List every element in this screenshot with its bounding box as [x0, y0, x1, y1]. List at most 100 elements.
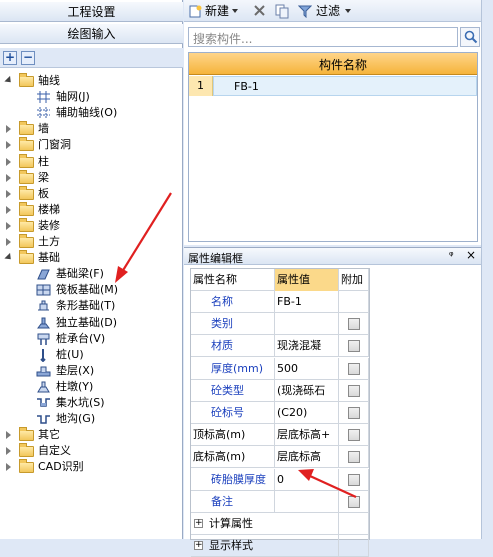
- collapse-arrow-icon[interactable]: [4, 252, 14, 263]
- tree-node-label: CAD识别: [38, 460, 84, 474]
- expand-group-icon[interactable]: +: [194, 519, 203, 528]
- row-number: 1: [189, 76, 213, 96]
- property-value[interactable]: 层底标高: [275, 446, 339, 469]
- search-placeholder: 搜索构件...: [193, 32, 253, 46]
- folder-icon: [19, 121, 34, 136]
- expand-arrow-icon[interactable]: [6, 238, 11, 246]
- property-name: 材质: [191, 335, 275, 358]
- extra-checkbox[interactable]: [348, 429, 360, 442]
- expand-arrow-icon[interactable]: [6, 125, 11, 134]
- foundation-beam-icon: [36, 267, 51, 281]
- expand-all-button[interactable]: +: [3, 51, 17, 65]
- tree-node-label: 装修: [38, 218, 60, 232]
- tree-node-label: 轴线: [38, 74, 60, 87]
- property-row[interactable]: 顶标高(m) 层底标高+: [191, 424, 369, 447]
- component-name-header[interactable]: 构件名称: [189, 53, 477, 75]
- drawing-input-button[interactable]: 绘图输入: [0, 24, 183, 44]
- extra-checkbox[interactable]: [348, 495, 360, 508]
- property-row[interactable]: 底标高(m) 层底标高: [191, 446, 369, 469]
- property-value[interactable]: [275, 313, 339, 336]
- row-name-text: FB-1: [234, 80, 259, 93]
- property-value[interactable]: 0: [275, 468, 339, 491]
- close-icon[interactable]: ×: [466, 248, 476, 262]
- search-icon: [464, 30, 478, 47]
- expand-arrow-icon[interactable]: [6, 205, 11, 214]
- property-value[interactable]: 现浇混凝: [275, 335, 339, 358]
- extra-checkbox[interactable]: [348, 473, 360, 486]
- property-name: 顶标高(m): [191, 424, 275, 447]
- extra-checkbox[interactable]: [348, 384, 360, 397]
- extra-checkbox[interactable]: [348, 451, 360, 464]
- row-name-cell[interactable]: FB-1: [213, 76, 477, 96]
- extra-checkbox[interactable]: [348, 362, 360, 375]
- extra-checkbox[interactable]: [348, 407, 360, 419]
- property-extra: [339, 357, 369, 380]
- expand-arrow-icon[interactable]: [6, 431, 11, 440]
- expand-arrow-icon[interactable]: [6, 189, 11, 198]
- property-name: 砼标号: [191, 402, 275, 424]
- property-name: 砖胎膜厚度: [191, 468, 275, 491]
- property-value[interactable]: (C20): [275, 402, 339, 424]
- filter-button[interactable]: 过滤: [297, 3, 366, 22]
- extra-checkbox[interactable]: [348, 340, 360, 353]
- delete-button[interactable]: [252, 3, 268, 19]
- expand-arrow-icon[interactable]: [6, 463, 11, 472]
- property-row[interactable]: 砖胎膜厚度 0: [191, 468, 369, 491]
- property-value[interactable]: FB-1: [275, 291, 339, 313]
- expand-arrow-icon[interactable]: [6, 173, 11, 182]
- property-row[interactable]: 材质 现浇混凝: [191, 335, 369, 358]
- property-value[interactable]: 层底标高+: [275, 424, 339, 447]
- expand-arrow-icon[interactable]: [6, 447, 11, 456]
- filter-dropdown-icon: [345, 9, 351, 13]
- strip-foundation-icon: [36, 299, 51, 313]
- expand-group-icon[interactable]: +: [194, 541, 203, 551]
- pin-icon[interactable]: ᵠ: [449, 249, 454, 262]
- header-extra: 附加: [339, 269, 369, 291]
- property-row[interactable]: 类别: [191, 313, 369, 336]
- property-name: 名称: [191, 291, 275, 313]
- header-property-value: 属性值: [275, 269, 339, 291]
- property-value[interactable]: (现浇砾石: [275, 379, 339, 402]
- property-value[interactable]: 500: [275, 357, 339, 380]
- property-name: 备注: [191, 490, 275, 513]
- tree-node-label: 桩承台(V): [56, 331, 106, 345]
- copy-button[interactable]: [274, 3, 292, 19]
- tree-node-label: 筏板基础(M): [56, 283, 119, 297]
- folder-icon: [19, 250, 34, 265]
- tree-node-label: 轴网(J): [56, 90, 90, 104]
- folder-icon: [19, 73, 34, 87]
- tree-node-label: 条形基础(T): [56, 299, 116, 313]
- property-row[interactable]: 砼标号 (C20): [191, 402, 369, 424]
- right-dock-strip: [481, 0, 493, 539]
- property-group-row[interactable]: + 计算属性: [191, 513, 369, 535]
- expand-arrow-icon[interactable]: [6, 221, 11, 230]
- collapse-all-button[interactable]: −: [21, 51, 35, 65]
- table-row[interactable]: 1 FB-1: [189, 76, 477, 96]
- filter-icon: [297, 4, 313, 22]
- extra-checkbox[interactable]: [348, 318, 360, 331]
- tree-node-label: 集水坑(S): [56, 396, 105, 409]
- search-input[interactable]: 搜索构件...: [188, 27, 458, 47]
- property-row[interactable]: 名称 FB-1: [191, 291, 369, 313]
- expand-arrow-icon[interactable]: [6, 141, 11, 150]
- property-row[interactable]: 备注: [191, 490, 369, 513]
- new-dropdown-icon: [232, 9, 238, 13]
- new-icon: [188, 4, 202, 18]
- new-button[interactable]: 新建: [188, 3, 250, 19]
- folder-icon: [19, 427, 34, 442]
- expand-arrow-icon[interactable]: [6, 157, 11, 166]
- property-extra: [339, 313, 369, 336]
- search-button[interactable]: [460, 27, 480, 47]
- tree-node-label: 辅助轴线(O): [56, 106, 118, 120]
- tree-node-label: 门窗洞: [38, 138, 71, 152]
- folder-icon: [19, 169, 34, 184]
- property-row[interactable]: 厚度(mm) 500: [191, 357, 369, 380]
- collapse-arrow-icon[interactable]: [4, 75, 14, 86]
- filter-label: 过滤: [316, 4, 341, 18]
- property-value[interactable]: [275, 490, 339, 513]
- property-extra: [339, 291, 369, 313]
- property-row[interactable]: 砼类型 (现浇砾石: [191, 379, 369, 402]
- tree-node-label: 桩(U): [56, 347, 84, 361]
- property-group-row[interactable]: + 显示样式: [191, 535, 369, 557]
- project-settings-button[interactable]: 工程设置: [0, 2, 183, 22]
